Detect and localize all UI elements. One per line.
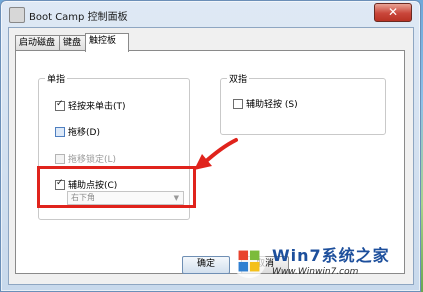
annotation-highlight-box <box>37 166 196 208</box>
app-icon <box>9 7 25 23</box>
tab-startup-disk[interactable]: 启动磁盘 <box>15 35 63 51</box>
tab-trackpad[interactable]: 触控板 <box>85 33 129 52</box>
dragging-label: 拖移(D) <box>68 128 100 138</box>
secondary-tap-checkbox[interactable] <box>233 98 243 109</box>
secondary-tap-label: 辅助轻按 (S) <box>246 100 298 110</box>
ok-button[interactable]: 确定 <box>182 256 230 274</box>
annotation-arrow-icon <box>194 138 238 170</box>
option-secondary-tap[interactable]: 辅助轻按 (S) <box>233 97 298 110</box>
watermark-brand: Win7系统之家 <box>272 246 390 265</box>
option-tap-to-click[interactable]: 轻按来单击(T) <box>55 99 126 112</box>
title-bar[interactable]: Boot Camp 控制面板 ✕ <box>1 1 420 27</box>
two-finger-title: 双指 <box>227 72 250 85</box>
single-finger-title: 单指 <box>45 72 68 85</box>
option-drag-lock: 拖移锁定(L) <box>55 152 116 165</box>
two-finger-group: 双指 辅助轻按 (S) <box>220 72 386 135</box>
tap-to-click-label: 轻按来单击(T) <box>68 102 126 112</box>
close-button[interactable]: ✕ <box>374 3 412 22</box>
drag-lock-checkbox <box>55 153 65 164</box>
option-dragging[interactable]: 拖移(D) <box>55 125 100 138</box>
tap-to-click-checkbox[interactable] <box>55 99 65 111</box>
windows-logo-icon <box>231 243 267 279</box>
watermark: Win7系统之家 Www.Winwin7.com <box>226 238 416 288</box>
watermark-url: Www.Winwin7.com <box>272 267 359 277</box>
window-title: Boot Camp 控制面板 <box>29 12 128 23</box>
dragging-checkbox[interactable] <box>55 126 65 137</box>
drag-lock-label: 拖移锁定(L) <box>68 155 117 165</box>
